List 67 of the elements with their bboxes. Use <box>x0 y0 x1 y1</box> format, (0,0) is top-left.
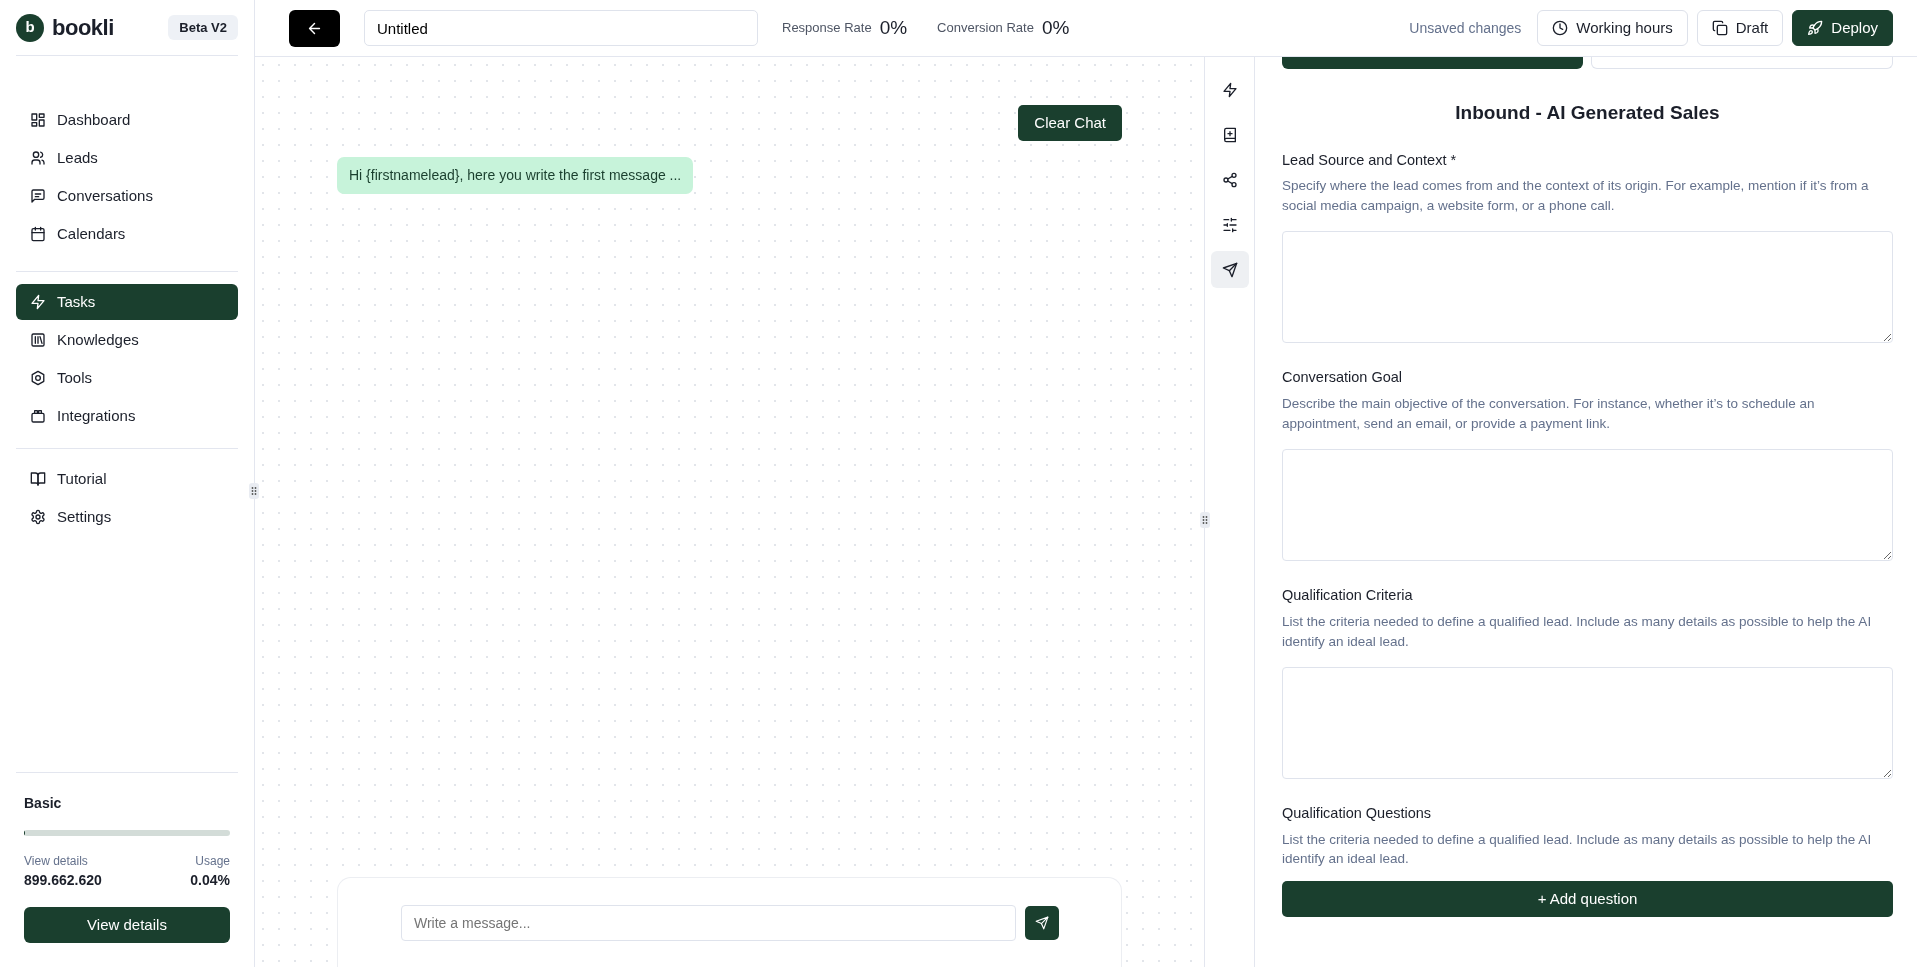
hexagon-icon <box>30 370 46 386</box>
field-label: Qualification Criteria <box>1282 586 1414 606</box>
users-icon <box>30 150 46 166</box>
logo-icon: b <box>16 13 44 42</box>
copy-icon <box>1711 20 1728 36</box>
version-badge: Beta V2 <box>168 14 238 41</box>
title-field[interactable]: Untitled <box>364 10 758 46</box>
sidebar-item[interactable]: Conversations <box>16 178 238 214</box>
back-button[interactable] <box>289 9 340 47</box>
details-label: View details <box>24 853 88 870</box>
metric-value: 0% <box>879 15 908 40</box>
usage-percent: 0.04% <box>190 871 230 890</box>
sidebar-item[interactable]: Tools <box>16 360 238 396</box>
field-description: Describe the main objective of the conversation. For instance, whether it’s to schedule an appointment, send an email, or provide a payment link. <box>1282 395 1816 433</box>
field-label: Qualification Questions <box>1282 804 1433 824</box>
box-icon <box>30 408 46 424</box>
field-description: Specify where the lead comes from and the context of its origin. For example, mention if it’s from a social media campaign, a website form, or a phone call. <box>1282 177 1870 215</box>
sidebar-item[interactable]: Knowledges <box>16 322 238 358</box>
send-icon <box>1221 261 1238 278</box>
sidebar-item[interactable]: Tasks <box>16 284 238 320</box>
sidebar-item[interactable]: Settings <box>16 499 238 535</box>
field-description: List the criteria needed to define a qualified lead. Include as many details as possible to help the AI identify an ideal lead. <box>1282 613 1873 651</box>
metric-label: Conversion Rate <box>937 19 1034 38</box>
plan-name: Basic <box>24 794 63 813</box>
chat-icon <box>30 188 46 204</box>
book-plus-icon <box>1221 126 1238 143</box>
sliders-icon <box>1221 216 1238 233</box>
usage-label: Usage <box>195 853 230 870</box>
clock-icon <box>1552 20 1569 36</box>
sidebar-item[interactable]: Tutorial <box>16 461 238 497</box>
metric-label: Response Rate <box>782 19 872 38</box>
clear-chat-button[interactable]: Clear Chat <box>1018 105 1122 141</box>
lightning-icon <box>1221 81 1238 98</box>
lightning-icon <box>30 294 46 310</box>
sidebar-item[interactable]: Integrations <box>16 398 238 434</box>
add-question-button[interactable]: + Add question <box>1282 881 1893 917</box>
sidebar-item[interactable]: Dashboard <box>16 102 238 138</box>
sidebar-item[interactable]: Leads <box>16 140 238 176</box>
sidebar-item[interactable]: Calendars <box>16 216 238 252</box>
calendar-icon <box>30 226 46 242</box>
send-icon <box>1035 915 1049 930</box>
field-label: Lead Source and Context * <box>1282 150 1458 170</box>
book-icon <box>30 471 46 487</box>
share-icon <box>1221 171 1238 188</box>
field-description: List the criteria needed to define a qualified lead. Include as many details as possible to help the AI identify an ideal lead. <box>1282 830 1873 869</box>
dashboard-icon <box>30 112 46 128</box>
brand-name: bookli <box>52 14 114 42</box>
panel-tab[interactable] <box>1210 251 1249 288</box>
deploy-button[interactable]: Deploy <box>1792 10 1893 46</box>
metric-value: 0% <box>1041 15 1070 40</box>
grip-icon <box>251 487 257 495</box>
message-field[interactable]: Write a message... <box>401 904 1016 941</box>
library-icon <box>30 332 46 348</box>
resize-handle[interactable] <box>249 483 259 499</box>
rocket-icon <box>1807 20 1824 36</box>
settings-icon <box>30 509 46 525</box>
grip-icon <box>1202 516 1208 524</box>
usage-count: 899.662.620 <box>24 871 102 890</box>
section-title: Inbound - AI Generated Sales <box>1454 101 1721 125</box>
save-status: Unsaved changes <box>1409 18 1522 38</box>
view-details-button[interactable]: View details <box>24 907 230 943</box>
draft-button[interactable]: Draft <box>1696 10 1784 46</box>
send-button[interactable] <box>1025 905 1059 940</box>
chat-message: Hi {firstnamelead}, here you write the first message ... <box>337 157 694 194</box>
working-hours-button[interactable]: Working hours <box>1537 10 1688 46</box>
field-label: Conversation Goal <box>1282 368 1404 388</box>
resize-handle[interactable] <box>1200 512 1210 528</box>
